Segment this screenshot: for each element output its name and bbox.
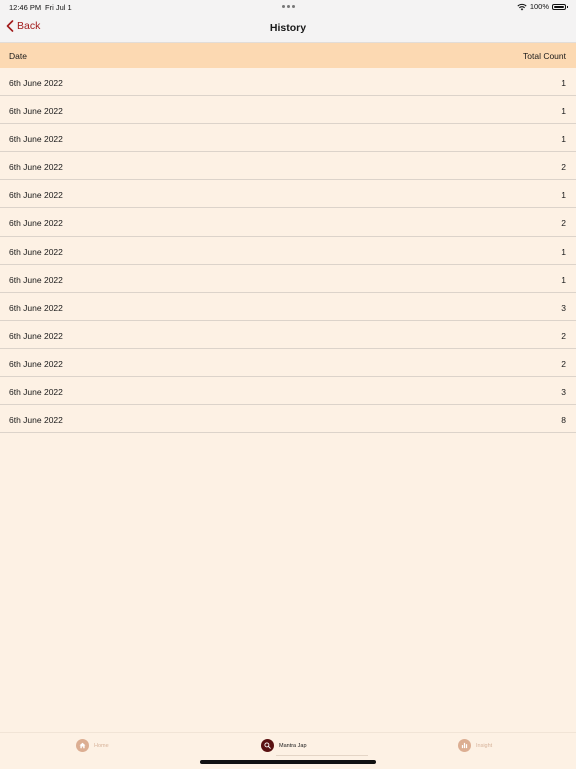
row-count: 1 xyxy=(561,134,566,145)
table-row[interactable]: 6th June 2022 2 xyxy=(0,152,576,181)
tab-mantra-jap[interactable]: Mantra Jap xyxy=(261,739,307,752)
row-date: 6th June 2022 xyxy=(9,106,63,117)
active-tab-indicator xyxy=(276,755,368,756)
table-row[interactable]: 6th June 2022 1 xyxy=(0,265,576,293)
table-row[interactable]: 6th June 2022 3 xyxy=(0,377,576,406)
table-row[interactable]: 6th June 2022 2 xyxy=(0,321,576,349)
home-indicator[interactable] xyxy=(200,760,376,764)
row-date: 6th June 2022 xyxy=(9,134,63,145)
table-row[interactable]: 6th June 2022 8 xyxy=(0,405,576,434)
table-row[interactable]: 6th June 2022 1 xyxy=(0,68,576,97)
table-row[interactable]: 6th June 2022 2 xyxy=(0,349,576,378)
row-date: 6th June 2022 xyxy=(9,330,63,341)
tab-home-label: Home xyxy=(94,742,109,749)
bar-chart-icon xyxy=(458,739,471,752)
table-row[interactable]: 6th June 2022 2 xyxy=(0,208,576,237)
status-date: Fri Jul 1 xyxy=(45,3,72,12)
battery-percent: 100% xyxy=(529,2,549,11)
row-count: 2 xyxy=(561,218,566,229)
tab-mantra-jap-label: Mantra Jap xyxy=(279,742,307,749)
status-time: 12:46 PM xyxy=(9,3,42,12)
row-date: 6th June 2022 xyxy=(9,302,63,313)
row-date: 6th June 2022 xyxy=(9,358,63,369)
column-header-date: Date xyxy=(9,51,27,61)
history-list[interactable]: 6th June 2022 1 6th June 2022 1 6th June… xyxy=(0,68,576,434)
home-icon xyxy=(76,739,89,752)
status-bar: 12:46 PM Fri Jul 1 100% xyxy=(0,0,576,14)
row-count: 2 xyxy=(561,358,566,369)
table-row[interactable]: 6th June 2022 1 xyxy=(0,124,576,153)
row-date: 6th June 2022 xyxy=(9,274,63,285)
row-count: 1 xyxy=(561,246,566,257)
row-count: 8 xyxy=(561,415,566,426)
multitasking-dots-icon[interactable] xyxy=(282,5,295,8)
row-date: 6th June 2022 xyxy=(9,246,63,257)
row-date: 6th June 2022 xyxy=(9,415,63,426)
row-date: 6th June 2022 xyxy=(9,387,63,398)
page-title: History xyxy=(269,22,307,34)
table-header: Date Total Count xyxy=(0,43,576,68)
table-row[interactable]: 6th June 2022 1 xyxy=(0,237,576,265)
table-row[interactable]: 6th June 2022 1 xyxy=(0,180,576,209)
row-date: 6th June 2022 xyxy=(9,190,63,201)
row-count: 1 xyxy=(561,274,566,285)
column-header-total-count: Total Count xyxy=(523,51,566,61)
row-count: 3 xyxy=(561,387,566,398)
tab-home[interactable]: Home xyxy=(76,739,109,752)
navigation-bar: Back History xyxy=(0,14,576,43)
search-icon xyxy=(261,739,274,752)
row-count: 1 xyxy=(561,190,566,201)
tab-insight[interactable]: Insight xyxy=(458,739,492,752)
table-row[interactable]: 6th June 2022 1 xyxy=(0,96,576,125)
row-count: 2 xyxy=(561,162,566,173)
row-date: 6th June 2022 xyxy=(9,78,63,88)
table-row[interactable]: 6th June 2022 3 xyxy=(0,293,576,321)
row-count: 1 xyxy=(561,106,566,117)
row-count: 2 xyxy=(561,330,566,341)
tab-insight-label: Insight xyxy=(476,742,493,749)
battery-icon xyxy=(552,3,568,10)
wifi-icon xyxy=(517,3,527,10)
row-date: 6th June 2022 xyxy=(9,162,63,173)
row-count: 1 xyxy=(561,78,566,88)
row-count: 3 xyxy=(561,302,566,313)
row-date: 6th June 2022 xyxy=(9,218,63,229)
status-indicators: 100% xyxy=(517,2,568,11)
